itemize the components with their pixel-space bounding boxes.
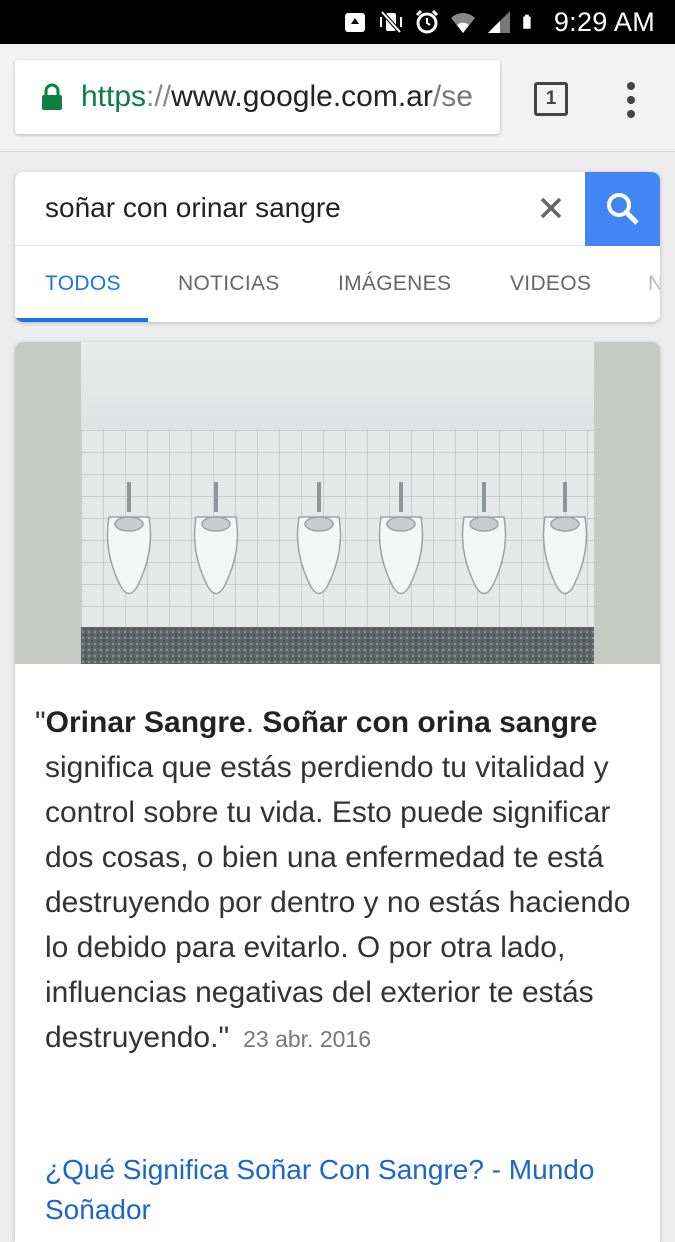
tab-noticias[interactable]: NOTICIAS (178, 272, 280, 296)
tab-todos[interactable]: TODOS (45, 272, 121, 296)
alarm-icon (415, 9, 438, 34)
active-tab-indicator (15, 318, 148, 322)
address-bar[interactable]: https://www.google.com.ar/se (15, 60, 500, 134)
url-path: /se (432, 80, 473, 113)
tab-videos[interactable]: VIDEOS (510, 272, 591, 296)
snippet-bold-2: Soñar con orina sangre (262, 706, 598, 739)
battery-icon (523, 14, 531, 29)
snippet-body-text: significa que estás perdiendo tu vitalid… (45, 751, 631, 1054)
tab-count: 1 (545, 88, 557, 109)
urinals-photo[interactable] (81, 342, 594, 664)
wifi-icon (450, 13, 475, 34)
snippet-separator: . (245, 706, 263, 739)
result-title-link[interactable]: ¿Qué Significa Soñar Con Sangre? - Mundo… (45, 1150, 645, 1230)
tab-imagenes[interactable]: IMÁGENES (338, 272, 451, 296)
search-box-card: soñar con orinar sangre TODOS NOTICIAS I… (15, 172, 660, 322)
snippet-body: significa que estás perdiendo tu vitalid… (35, 745, 647, 1062)
snippet-date: 23 abr. 2016 (243, 1026, 372, 1052)
featured-snippet-card: "Orinar Sangre. Soñar con orina sangre s… (15, 342, 660, 1242)
search-tabs: TODOS NOTICIAS IMÁGENES VIDEOS N (15, 246, 660, 322)
snippet-image-band (15, 342, 660, 664)
browser-toolbar: https://www.google.com.ar/se 1 (0, 44, 675, 152)
more-vert-icon[interactable] (620, 80, 642, 120)
quote-close: " (218, 1021, 230, 1054)
close-icon[interactable] (535, 192, 567, 224)
url-separator: :// (146, 80, 172, 113)
clock: 9:29 AM (553, 6, 655, 37)
search-query-row: soñar con orinar sangre (15, 172, 660, 246)
vibrate-mute-icon (379, 10, 402, 34)
signal-icon (487, 11, 510, 33)
tab-switcher-button[interactable]: 1 (534, 82, 568, 116)
search-button[interactable] (585, 172, 660, 246)
search-input[interactable]: soñar con orinar sangre (45, 192, 341, 224)
url-host: www.google.com.ar (171, 80, 433, 113)
url-text: https://www.google.com.ar/se (81, 80, 473, 114)
search-icon (606, 193, 639, 225)
url-scheme: https (81, 80, 147, 113)
tab-more[interactable]: N (648, 272, 660, 296)
status-bar: 9:29 AM (0, 0, 675, 44)
snippet-text: "Orinar Sangre. Soñar con orina sangre s… (35, 700, 647, 1062)
lock-icon (42, 83, 62, 110)
recycle-icon (344, 13, 365, 32)
snippet-bold-1: Orinar Sangre (45, 706, 246, 739)
quote-open: " (35, 706, 46, 739)
